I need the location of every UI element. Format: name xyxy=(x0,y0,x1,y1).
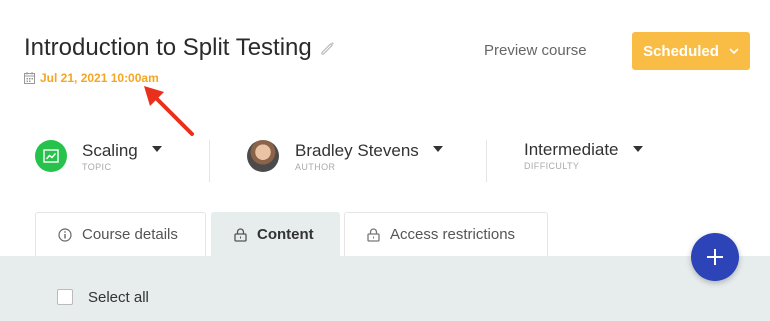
chart-icon xyxy=(35,140,67,172)
difficulty-selector[interactable]: Intermediate DIFFICULTY xyxy=(524,140,643,171)
difficulty-label: DIFFICULTY xyxy=(524,161,580,171)
info-icon xyxy=(58,227,72,242)
tab-content[interactable]: Content xyxy=(211,212,340,256)
tab-label: Content xyxy=(257,226,314,243)
topic-label: TOPIC xyxy=(82,161,112,172)
calendar-icon xyxy=(24,72,35,84)
caret-down-icon xyxy=(632,145,643,152)
author-label: AUTHOR xyxy=(295,161,336,172)
caret-down-icon xyxy=(151,146,162,152)
preview-course-link[interactable]: Preview course xyxy=(484,42,587,59)
tab-access-restrictions[interactable]: Access restrictions xyxy=(344,212,548,256)
caret-down-icon xyxy=(432,146,443,152)
course-title-row: Introduction to Split Testing xyxy=(24,34,336,62)
tab-label: Course details xyxy=(82,226,178,243)
status-dropdown-button[interactable]: Scheduled xyxy=(632,32,750,70)
lock-icon xyxy=(234,227,247,242)
tab-label: Access restrictions xyxy=(390,226,516,243)
add-button[interactable] xyxy=(691,233,739,281)
topic-selector[interactable]: Scaling TOPIC xyxy=(35,140,162,172)
author-selector[interactable]: Bradley Stevens AUTHOR xyxy=(247,140,443,172)
select-all-label: Select all xyxy=(88,289,149,306)
divider xyxy=(486,140,487,182)
tab-course-details[interactable]: Course details xyxy=(35,212,206,256)
select-all-checkbox[interactable] xyxy=(57,289,73,305)
status-label: Scheduled xyxy=(643,42,719,60)
divider xyxy=(209,140,210,182)
course-title: Introduction to Split Testing xyxy=(24,34,312,61)
author-value: Bradley Stevens xyxy=(295,140,419,160)
chevron-down-icon xyxy=(729,47,739,54)
topic-value: Scaling xyxy=(82,140,138,160)
schedule-date[interactable]: Jul 21, 2021 10:00am xyxy=(24,71,159,85)
difficulty-value: Intermediate xyxy=(524,140,619,159)
plus-icon xyxy=(707,249,723,265)
schedule-date-text: Jul 21, 2021 10:00am xyxy=(40,71,159,85)
annotation-arrow-icon xyxy=(144,86,194,136)
avatar xyxy=(247,140,279,172)
pencil-icon[interactable] xyxy=(320,40,336,56)
lock-icon xyxy=(367,227,380,242)
